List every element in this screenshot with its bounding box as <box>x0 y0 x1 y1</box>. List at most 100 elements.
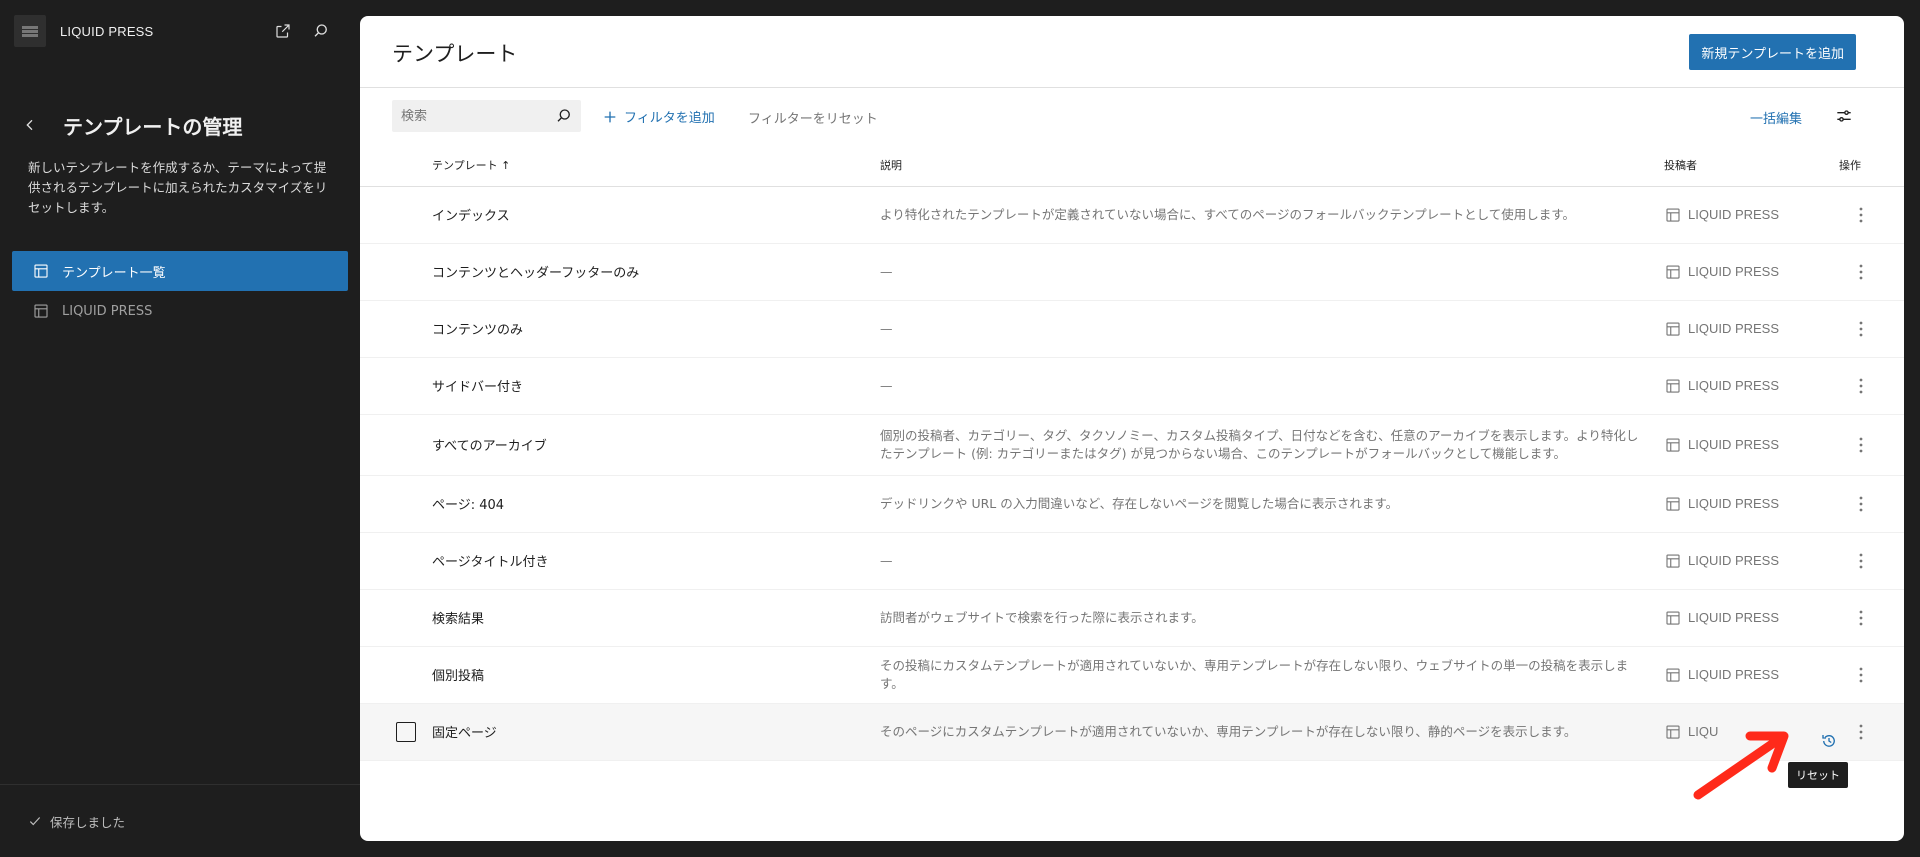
author-cell: LIQUID PRESS <box>1664 646 1839 704</box>
more-vertical-icon <box>1859 724 1863 739</box>
template-description: — <box>880 357 1664 415</box>
table-row[interactable]: ページタイトル付き — LIQUID PRESS <box>360 532 1904 590</box>
actions-cell <box>1839 186 1904 244</box>
layout-icon <box>1666 610 1680 625</box>
actions-cell <box>1839 243 1904 301</box>
layout-icon <box>1666 378 1680 393</box>
more-vertical-icon <box>1859 437 1863 452</box>
template-name[interactable]: 個別投稿 <box>432 646 880 704</box>
search-icon[interactable] <box>310 20 332 42</box>
actions-cell <box>1839 646 1904 704</box>
layout-icon <box>1666 437 1680 452</box>
more-actions-button[interactable] <box>1849 606 1873 630</box>
sidebar: LIQUID PRESS テンプレートの管理 新しいテンプレートを作成するか、テ… <box>0 0 360 857</box>
actions-cell <box>1839 589 1904 647</box>
row-checkbox[interactable] <box>396 721 416 742</box>
template-description: デッドリンクや URL の入力間違いなど、存在しないページを閲覧した場合に表示さ… <box>880 475 1664 533</box>
site-hub: LIQUID PRESS <box>14 14 346 48</box>
layout-icon <box>34 304 48 318</box>
template-name[interactable]: ページ: 404 <box>432 475 880 533</box>
table-row[interactable]: 固定ページ そのページにカスタムテンプレートが適用されていないか、専用テンプレート… <box>360 703 1904 761</box>
template-name[interactable]: サイドバー付き <box>432 357 880 415</box>
header-description: 説明 <box>880 144 1664 187</box>
row-select-cell <box>360 532 432 590</box>
more-actions-button[interactable] <box>1849 549 1873 573</box>
author-cell: LIQU <box>1664 703 1839 761</box>
table-row[interactable]: サイドバー付き — LIQUID PRESS <box>360 357 1904 415</box>
actions-cell <box>1839 300 1904 358</box>
add-filter-button[interactable]: フィルタを追加 <box>602 107 715 126</box>
row-select-cell <box>360 703 432 761</box>
header-template[interactable]: テンプレート ↑ <box>432 144 880 187</box>
author-name: LIQUID PRESS <box>1688 321 1780 336</box>
table-row[interactable]: コンテンツのみ — LIQUID PRESS <box>360 300 1904 358</box>
reset-action-button[interactable] <box>1818 730 1840 752</box>
author-name: LIQUID PRESS <box>1688 667 1780 682</box>
page-title: テンプレート <box>392 42 518 66</box>
sidebar-item-label: LIQUID PRESS <box>62 303 153 319</box>
view-options-icon[interactable] <box>1834 106 1854 126</box>
author-name: LIQUID PRESS <box>1688 437 1780 452</box>
template-name[interactable]: すべてのアーカイブ <box>432 414 880 476</box>
table-row[interactable]: すべてのアーカイブ 個別の投稿者、カテゴリー、タグ、タクソノミー、カスタム投稿タイ… <box>360 414 1904 476</box>
sidebar-description: 新しいテンプレートを作成するか、テーマによって提供されるテンプレートに加えられた… <box>28 160 328 215</box>
author-cell: LIQUID PRESS <box>1664 186 1839 244</box>
table-row[interactable]: ページ: 404 デッドリンクや URL の入力間違いなど、存在しないページを閲覧… <box>360 475 1904 533</box>
more-actions-button[interactable] <box>1849 317 1873 341</box>
reset-filter-button[interactable]: フィルターをリセット <box>748 108 878 127</box>
table-row[interactable]: コンテンツとヘッダーフッターのみ — LIQUID PRESS <box>360 243 1904 301</box>
layout-icon <box>1666 667 1680 682</box>
reset-tooltip: リセット <box>1788 762 1848 788</box>
template-description: より特化されたテンプレートが定義されていない場合に、すべてのページのフォールバッ… <box>880 186 1664 244</box>
more-vertical-icon <box>1859 553 1863 568</box>
more-actions-button[interactable] <box>1849 433 1873 457</box>
template-name[interactable]: コンテンツとヘッダーフッターのみ <box>432 243 880 301</box>
more-actions-button[interactable] <box>1849 203 1873 227</box>
plus-icon <box>604 111 616 122</box>
template-name[interactable]: 固定ページ <box>432 703 880 761</box>
toolbar: フィルタを追加 フィルターをリセット 一括編集 <box>360 88 1904 144</box>
template-description: — <box>880 532 1664 590</box>
header-author: 投稿者 <box>1664 144 1839 187</box>
layout-icon <box>34 264 48 278</box>
back-button[interactable] <box>20 114 40 136</box>
more-actions-button[interactable] <box>1849 663 1873 687</box>
more-actions-button[interactable] <box>1849 492 1873 516</box>
author-cell: LIQUID PRESS <box>1664 414 1839 476</box>
external-link-icon[interactable] <box>272 20 294 42</box>
site-name: LIQUID PRESS <box>60 23 154 39</box>
row-select-cell <box>360 414 432 476</box>
author-cell: LIQUID PRESS <box>1664 589 1839 647</box>
row-select-cell <box>360 243 432 301</box>
search-icon <box>557 109 570 122</box>
actions-cell <box>1839 414 1904 476</box>
actions-cell <box>1839 475 1904 533</box>
template-name[interactable]: インデックス <box>432 186 880 244</box>
table-row[interactable]: 個別投稿 その投稿にカスタムテンプレートが適用されていないか、専用テンプレートが存… <box>360 646 1904 704</box>
chevron-left-icon <box>26 119 33 131</box>
site-logo[interactable] <box>14 15 46 47</box>
sidebar-item-liquid-press[interactable]: LIQUID PRESS <box>12 291 348 331</box>
more-actions-button[interactable] <box>1849 260 1873 284</box>
template-name[interactable]: コンテンツのみ <box>432 300 880 358</box>
add-template-button[interactable]: 新規テンプレートを追加 <box>1689 34 1856 70</box>
template-description: その投稿にカスタムテンプレートが適用されていないか、専用テンプレートが存在しない… <box>880 646 1664 704</box>
template-name[interactable]: ページタイトル付き <box>432 532 880 590</box>
history-icon <box>1822 735 1835 747</box>
bulk-edit-button[interactable]: 一括編集 <box>1750 108 1802 127</box>
table-row[interactable]: インデックス より特化されたテンプレートが定義されていない場合に、すべてのページの… <box>360 186 1904 244</box>
layout-icon <box>1666 553 1680 568</box>
table-row[interactable]: 検索結果 訪問者がウェブサイトで検索を行った際に表示されます。 LIQUID PRE… <box>360 589 1904 647</box>
more-actions-button[interactable] <box>1849 720 1873 744</box>
template-name[interactable]: 検索結果 <box>432 589 880 647</box>
author-cell: LIQUID PRESS <box>1664 243 1839 301</box>
layout-icon <box>1666 321 1680 336</box>
more-vertical-icon <box>1859 378 1863 393</box>
row-select-cell <box>360 357 432 415</box>
author-name: LIQUID PRESS <box>1688 496 1780 511</box>
actions-cell <box>1839 532 1904 590</box>
layout-icon <box>1666 724 1680 739</box>
more-actions-button[interactable] <box>1849 374 1873 398</box>
sidebar-item-all-templates[interactable]: テンプレート一覧 <box>12 251 348 291</box>
search-input[interactable] <box>392 108 542 124</box>
